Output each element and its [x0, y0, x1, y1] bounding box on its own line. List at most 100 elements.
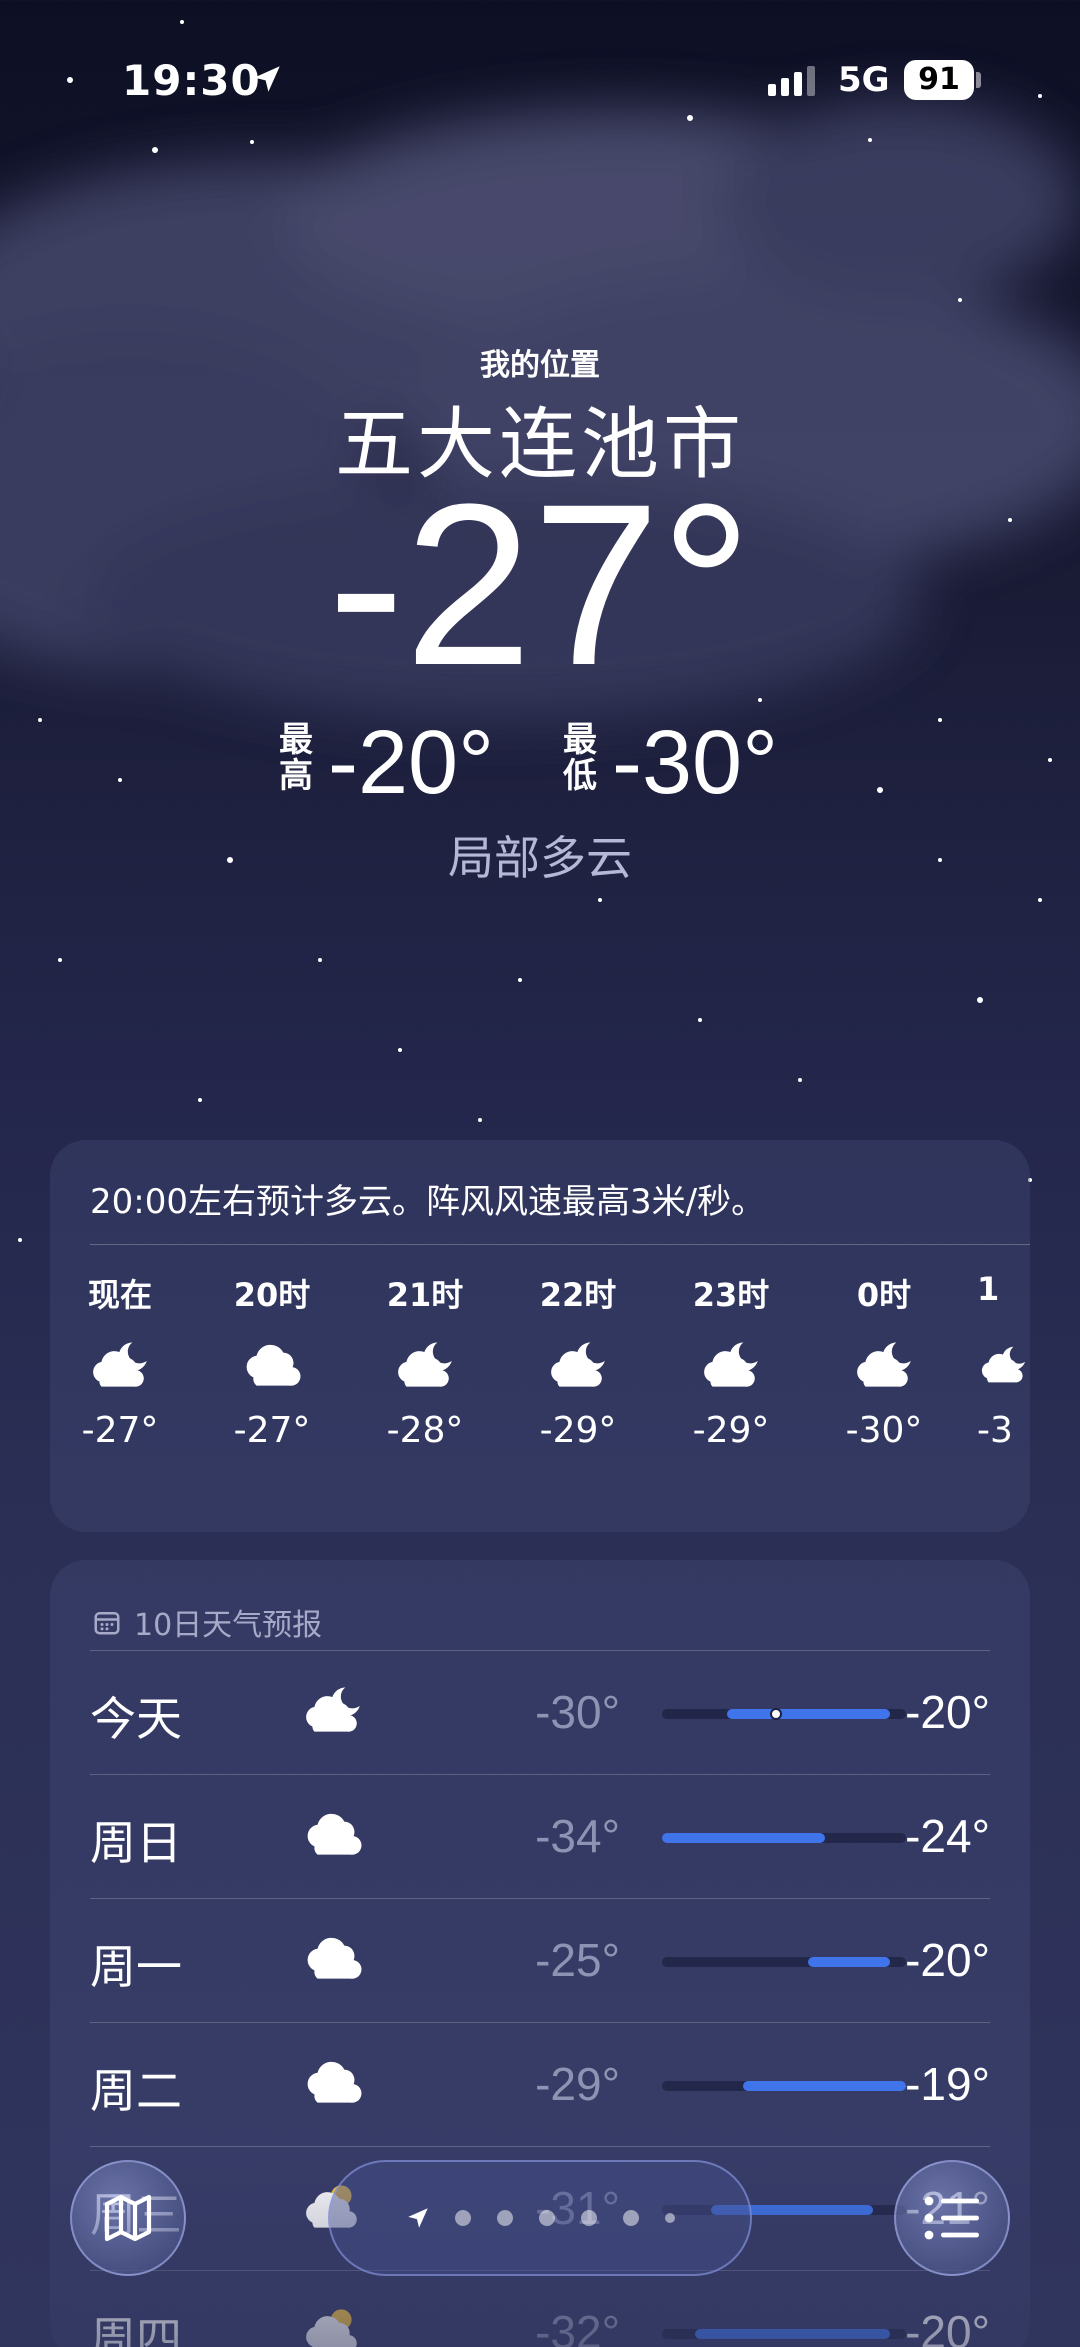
day-row[interactable]: 周一 -25° -20°	[90, 1898, 990, 2022]
hour-icon-wrap	[671, 1320, 791, 1410]
location-arrow-icon	[254, 66, 280, 92]
network-type: 5G	[838, 60, 890, 100]
cloud-moon-icon	[398, 1342, 452, 1387]
hour-label: 0时	[856, 1276, 912, 1314]
cloud-icon	[307, 2061, 362, 2103]
temperature-range-fill	[808, 1957, 890, 1967]
hour-label: 1	[977, 1270, 1000, 1308]
hour-temperature: -29°	[692, 1410, 770, 1451]
cloud-moon-icon	[551, 1342, 605, 1387]
day-high-temperature: -20°	[905, 1686, 990, 1738]
hourly-item: 21时 -28°	[365, 1270, 485, 1451]
hour-temperature: -27°	[81, 1410, 159, 1451]
page-dots	[455, 2210, 675, 2226]
current-temperature: -27°	[327, 456, 753, 713]
temperature-range-fill	[743, 2081, 906, 2091]
temperature-range-bar	[662, 2081, 906, 2091]
ten-day-title: 10日天气预报	[134, 1608, 323, 1643]
hour-temperature: -3	[977, 1410, 1013, 1451]
location-arrow-icon	[408, 2208, 428, 2228]
cloud-icon	[246, 1344, 301, 1386]
weather-condition: 局部多云	[448, 831, 632, 885]
hour-icon-wrap	[824, 1320, 944, 1410]
cloud-icon	[307, 1937, 362, 1979]
low-temperature: -30°	[612, 713, 779, 813]
hour-label: 20时	[233, 1276, 311, 1314]
hour-icon-wrap	[212, 1320, 332, 1410]
cloud-moon-icon	[981, 1346, 1026, 1383]
map-icon	[104, 2194, 152, 2242]
map-button[interactable]	[70, 2160, 186, 2276]
day-low-temperature: -25°	[535, 1934, 620, 1986]
cloud-moon-icon	[704, 1342, 758, 1387]
high-low: 最高 -20° 最低 -30°	[0, 710, 1080, 810]
cloud-moon-icon	[306, 1687, 360, 1732]
day-high-temperature: -20°	[905, 1934, 990, 1986]
high-label: 最高	[279, 720, 313, 796]
temperature-range-fill	[727, 1709, 890, 1719]
day-high-temperature: -24°	[905, 1810, 990, 1862]
hour-temperature: -28°	[386, 1410, 464, 1451]
day-icon-wrap	[300, 1929, 366, 1991]
hourly-item: 23时 -29°	[671, 1270, 791, 1451]
day-row[interactable]: 周二 -29° -19°	[90, 2022, 990, 2146]
list-icon	[924, 2196, 979, 2240]
hour-temperature: -27°	[233, 1410, 311, 1451]
battery-tip	[976, 72, 981, 88]
day-low-temperature: -34°	[535, 1810, 620, 1862]
day-low-temperature: -30°	[535, 1686, 620, 1738]
status-bar: 19:30 5G 91	[0, 50, 1080, 110]
page-dot	[623, 2210, 639, 2226]
hourly-summary: 20:00左右预计多云。阵风风速最高3米/秒。	[90, 1182, 766, 1222]
hour-label: 22时	[539, 1276, 617, 1314]
cellular-signal-icon	[768, 66, 815, 96]
day-icon-wrap	[300, 1681, 366, 1743]
battery-level: 91	[904, 60, 974, 100]
hour-temperature: -29°	[539, 1410, 617, 1451]
day-icon-wrap	[300, 1805, 366, 1867]
page-dot	[665, 2213, 675, 2223]
hourly-item: 1 -3	[977, 1270, 1030, 1451]
day-row[interactable]: 今天 -30° -20°	[90, 1650, 990, 1774]
page-dot	[455, 2210, 471, 2226]
hourly-forecast-card[interactable]: 20:00左右预计多云。阵风风速最高3米/秒。 现在 -27° 20时 -27° 21时…	[50, 1140, 1030, 1532]
hourly-item: 0时 -30°	[824, 1270, 944, 1451]
hour-icon-wrap	[60, 1320, 180, 1410]
hour-icon-wrap	[518, 1320, 638, 1410]
my-location-label: 我的位置	[480, 348, 600, 383]
page-indicator[interactable]	[328, 2160, 752, 2276]
temperature-range-fill	[662, 1833, 825, 1843]
day-name: 周二	[90, 2064, 182, 2118]
day-name: 周一	[90, 1940, 182, 1994]
hour-label: 现在	[87, 1276, 152, 1314]
high-temperature: -20°	[328, 713, 495, 813]
page-dot	[497, 2210, 513, 2226]
hour-label: 23时	[692, 1276, 770, 1314]
ten-day-header: 10日天气预报	[92, 1600, 322, 1644]
status-time: 19:30	[122, 56, 261, 105]
hour-icon-wrap	[977, 1320, 1030, 1410]
temperature-range-bar	[662, 1833, 906, 1843]
city-list-button[interactable]	[894, 2160, 1010, 2276]
hourly-item: 现在 -27°	[60, 1270, 180, 1451]
page-dot	[581, 2210, 597, 2226]
cloud-icon	[307, 1813, 362, 1855]
low-label: 最低	[563, 720, 597, 796]
day-row[interactable]: 周日 -34° -24°	[90, 1774, 990, 1898]
page-dot	[539, 2210, 555, 2226]
cloud-moon-icon	[93, 1342, 147, 1387]
hourly-item: 20时 -27°	[212, 1270, 332, 1451]
day-name: 今天	[90, 1692, 182, 1746]
temperature-range-bar	[662, 1708, 906, 1720]
hour-icon-wrap	[365, 1320, 485, 1410]
hour-label: 21时	[386, 1276, 464, 1314]
divider	[90, 1244, 1030, 1245]
cloud-moon-icon	[857, 1342, 911, 1387]
current-temperature-dot	[769, 1708, 782, 1720]
day-low-temperature: -29°	[535, 2058, 620, 2110]
day-high-temperature: -19°	[905, 2058, 990, 2110]
day-icon-wrap	[300, 2053, 366, 2115]
calendar-icon	[94, 1612, 120, 1635]
temperature-range-bar	[662, 1957, 906, 1967]
day-name: 周日	[90, 1816, 182, 1870]
